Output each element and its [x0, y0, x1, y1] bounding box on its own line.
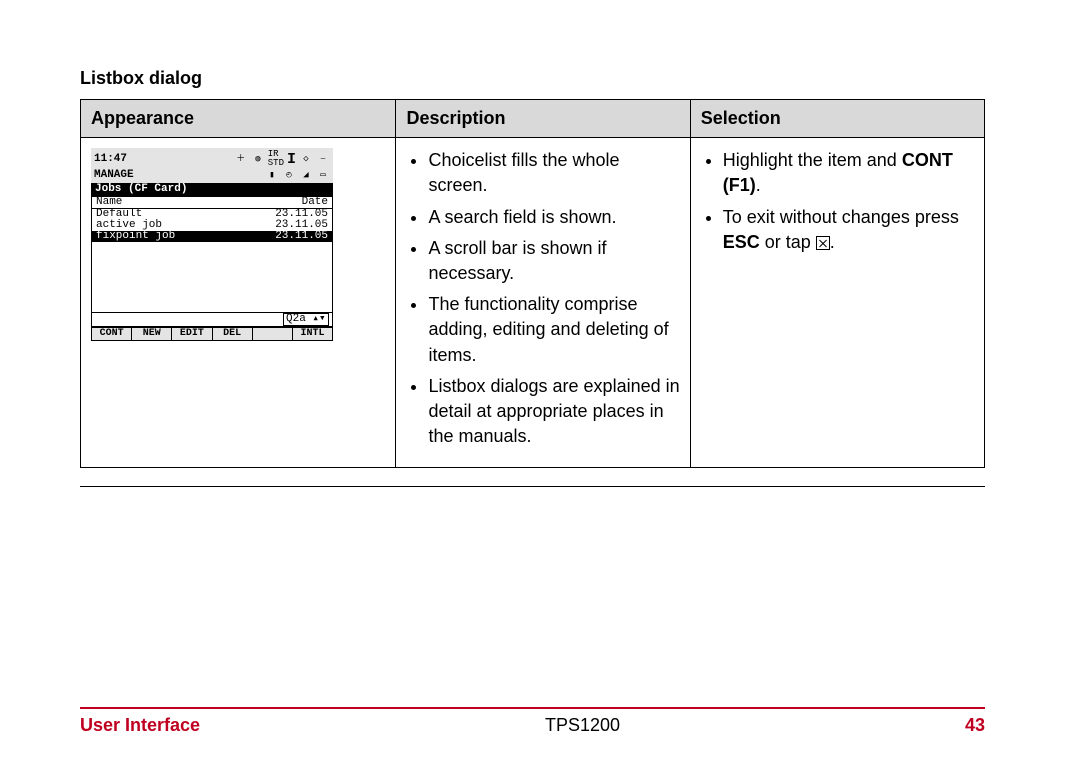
sel-text: . — [830, 232, 835, 252]
device-time: 11:47 — [94, 154, 127, 165]
device-col-name: Name — [96, 197, 122, 208]
device-list-gap — [91, 242, 333, 312]
list-item-name: fixpoint job — [96, 231, 175, 242]
device-search-row: Q2a ▴▾ — [91, 312, 333, 327]
footer-center: TPS1200 — [545, 715, 620, 736]
cell-appearance: 11:47 ＋ ◍ IR STD I ◇ ⎯ — [81, 138, 396, 468]
list-item-selected: fixpoint job 23.11.05 — [92, 231, 332, 242]
device-search-value: Q2a — [286, 313, 306, 325]
softkey-cont: CONT — [92, 328, 132, 340]
compass-icon: ◴ — [282, 169, 296, 181]
signal-icon: ◢ — [299, 169, 313, 181]
prism-icon: ◇ — [299, 153, 313, 165]
laser-icon: ⎯ — [316, 153, 330, 165]
device-screenshot: 11:47 ＋ ◍ IR STD I ◇ ⎯ — [91, 148, 333, 341]
device-subtitle: Jobs (CF Card) — [91, 183, 333, 196]
softkey-intl: INTL — [293, 328, 332, 340]
footer-page-number: 43 — [965, 715, 985, 736]
th-appearance: Appearance — [81, 100, 396, 138]
softkey-blank — [253, 328, 293, 340]
footer-left: User Interface — [80, 715, 200, 736]
sel-bold: ESC — [723, 232, 760, 252]
sel-item-1: Highlight the item and CONT (F1). — [723, 148, 974, 198]
device-title: MANAGE — [94, 170, 134, 181]
sel-text: To exit without changes press — [723, 207, 959, 227]
th-description: Description — [396, 100, 690, 138]
desc-item: Choicelist fills the whole screen. — [428, 148, 679, 198]
listbox-table: Appearance Description Selection 11:47 ＋… — [80, 99, 985, 468]
desc-item: Listbox dialogs are explained in detail … — [428, 374, 679, 450]
desc-item: The functionality comprise adding, editi… — [428, 292, 679, 368]
up-down-icon: ▴▾ — [312, 313, 325, 325]
desc-item: A scroll bar is shown if necessary. — [428, 236, 679, 286]
device-list: Default 23.11.05 active job 23.11.05 fix… — [91, 209, 333, 242]
device-col-date: Date — [302, 197, 328, 208]
softkey-edit: EDIT — [172, 328, 212, 340]
battery-icon: ▮ — [265, 169, 279, 181]
cell-selection: Highlight the item and CONT (F1). To exi… — [690, 138, 984, 468]
desc-item: A search field is shown. — [428, 205, 679, 230]
cell-description: Choicelist fills the whole screen. A sea… — [396, 138, 690, 468]
device-title-row: MANAGE ▮ ◴ ◢ ▭ — [91, 169, 333, 183]
sel-text: Highlight the item and — [723, 150, 902, 170]
device-search-input: Q2a ▴▾ — [283, 313, 329, 326]
sel-text: or tap — [760, 232, 816, 252]
section-title: Listbox dialog — [80, 68, 985, 89]
card-icon: ▭ — [316, 169, 330, 181]
close-icon — [816, 236, 830, 250]
device-status-bar: 11:47 ＋ ◍ IR STD I ◇ ⎯ — [91, 148, 333, 169]
th-selection: Selection — [690, 100, 984, 138]
sel-text: . — [756, 175, 761, 195]
ir-big-label: I — [287, 152, 296, 167]
page-footer: User Interface TPS1200 43 — [80, 707, 985, 736]
softkey-new: NEW — [132, 328, 172, 340]
std-label: STD — [268, 158, 284, 168]
section-divider — [80, 486, 985, 487]
globe-icon: ◍ — [251, 153, 265, 165]
device-softkeys: CONT NEW EDIT DEL INTL — [91, 327, 333, 341]
sel-item-2: To exit without changes press ESC or tap… — [723, 205, 974, 255]
plus-icon: ＋ — [234, 153, 248, 165]
list-item-date: 23.11.05 — [275, 231, 328, 242]
softkey-del: DEL — [213, 328, 253, 340]
